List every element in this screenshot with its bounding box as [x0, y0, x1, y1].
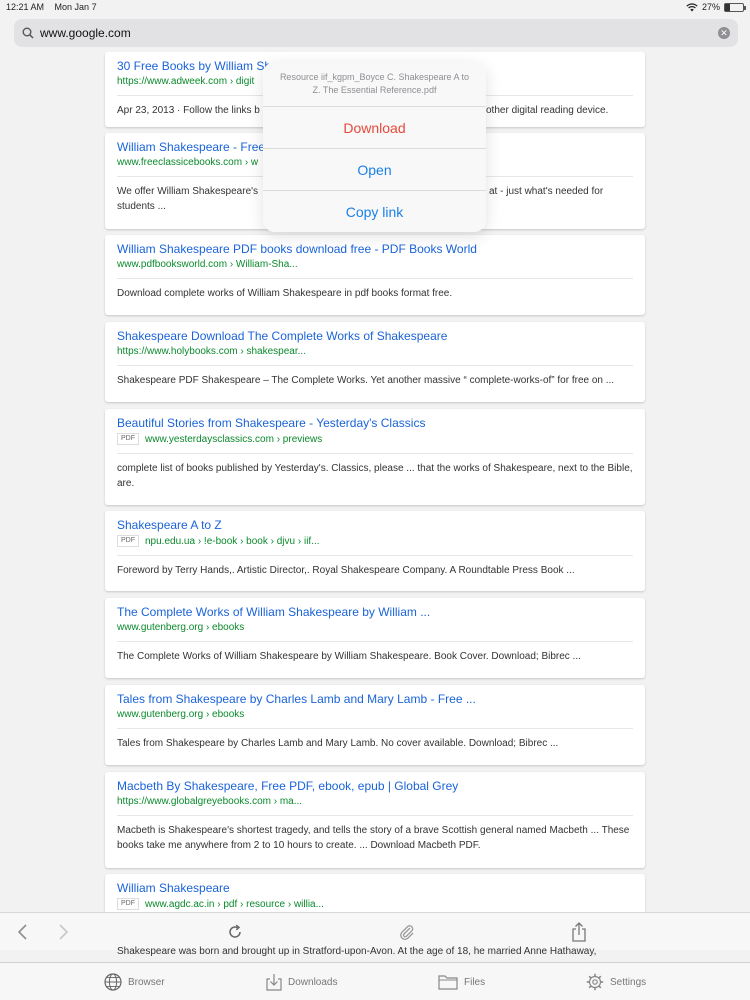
download-icon: [266, 974, 282, 991]
address-bar[interactable]: www.google.com ✕: [14, 19, 738, 47]
result-title[interactable]: The Complete Works of William Shakespear…: [117, 605, 633, 619]
result-title[interactable]: Tales from Shakespeare by Charles Lamb a…: [117, 692, 633, 706]
result-title[interactable]: Shakespeare A to Z: [117, 518, 633, 532]
browser-toolbar: [0, 912, 750, 950]
tab-label: Files: [464, 976, 486, 988]
divider: [117, 365, 633, 366]
result-url: PDF www.yesterdaysclassics.com › previews: [117, 433, 633, 445]
result-snippet: Tales from Shakespeare by Charles Lamb a…: [117, 738, 559, 749]
divider: [117, 453, 633, 454]
pdf-badge: PDF: [117, 535, 139, 547]
result-card[interactable]: The Complete Works of William Shakespear…: [105, 598, 645, 678]
open-button[interactable]: Open: [263, 149, 486, 191]
status-date: Mon Jan 7: [54, 2, 97, 12]
paperclip-icon: [400, 925, 414, 940]
result-url-text: www.pdfbooksworld.com › William-Sha...: [117, 259, 298, 270]
result-snippet: complete list of books published by Yest…: [117, 463, 633, 489]
url-input[interactable]: www.google.com: [40, 26, 718, 40]
clear-icon[interactable]: ✕: [718, 27, 730, 39]
result-url-text: https://www.adweek.com › digit: [117, 76, 255, 87]
result-url: https://www.holybooks.com › shakespear..…: [117, 346, 633, 357]
result-url: www.gutenberg.org › ebooks: [117, 709, 633, 720]
result-card[interactable]: Macbeth By Shakespeare, Free PDF, ebook,…: [105, 772, 645, 868]
result-snippet: Download complete works of William Shake…: [117, 288, 453, 299]
battery-fill: [725, 3, 730, 11]
divider: [117, 278, 633, 279]
result-url: PDF npu.edu.ua › !e-book › book › djvu › …: [117, 535, 633, 547]
result-card[interactable]: William Shakespeare PDF books download f…: [105, 235, 645, 315]
result-url-text: www.gutenberg.org › ebooks: [117, 709, 245, 720]
result-snippet: Shakespeare PDF Shakespeare – The Comple…: [117, 375, 615, 386]
result-url-text: https://www.globalgreyebooks.com › ma...: [117, 796, 303, 807]
pdf-badge: PDF: [117, 433, 139, 445]
result-url: www.pdfbooksworld.com › William-Sha...: [117, 259, 633, 270]
reload-icon: [229, 924, 241, 938]
result-card[interactable]: Beautiful Stories from Shakespeare - Yes…: [105, 409, 645, 505]
chevron-right-icon: [59, 924, 69, 940]
result-url-text: https://www.holybooks.com › shakespear..…: [117, 346, 306, 357]
share-icon: [572, 922, 586, 942]
result-snippet-text: We offer William Shakespeare's: [117, 186, 259, 197]
result-title[interactable]: Beautiful Stories from Shakespeare - Yes…: [117, 416, 633, 430]
result-title[interactable]: William Shakespeare PDF books download f…: [117, 242, 633, 256]
pdf-badge: PDF: [117, 898, 139, 910]
status-bar: 12:21 AM Mon Jan 7 27%: [0, 0, 750, 14]
result-url: PDF www.agdc.ac.in › pdf › resource › wil…: [117, 898, 633, 910]
download-button[interactable]: Download: [263, 107, 486, 149]
gear-icon: [586, 973, 604, 991]
result-snippet: Foreword by Terry Hands,. Artistic Direc…: [117, 565, 575, 576]
forward-button[interactable]: [48, 913, 78, 951]
result-card[interactable]: Tales from Shakespeare by Charles Lamb a…: [105, 685, 645, 765]
divider: [117, 641, 633, 642]
divider: [117, 728, 633, 729]
tab-label: Downloads: [288, 976, 338, 988]
result-url-text: www.gutenberg.org › ebooks: [117, 622, 245, 633]
popover-title: Resource iif_kgpm_Boyce C. Shakespeare A…: [263, 62, 486, 107]
result-url: www.gutenberg.org › ebooks: [117, 622, 633, 633]
result-card[interactable]: Shakespeare Download The Complete Works …: [105, 322, 645, 402]
result-url: https://www.globalgreyebooks.com › ma...: [117, 796, 633, 807]
result-snippet-tail: other digital reading device.: [486, 105, 609, 116]
result-snippet-tail: at - just what's needed for: [489, 186, 604, 197]
result-snippet: The Complete Works of William Shakespear…: [117, 651, 581, 662]
result-card[interactable]: Shakespeare A to Z PDF npu.edu.ua › !e-bo…: [105, 511, 645, 591]
search-icon: [22, 27, 34, 39]
battery-icon: [724, 2, 746, 12]
result-snippet: Macbeth is Shakespeare's shortest traged…: [117, 825, 630, 851]
result-title[interactable]: William Shakespeare: [117, 881, 633, 895]
back-button[interactable]: [8, 913, 38, 951]
status-left: 12:21 AM Mon Jan 7: [6, 2, 105, 12]
tab-bar: Browser Downloads Files Settings: [0, 962, 750, 1000]
result-snippet-text: Apr 23, 2013 · Follow the links b: [117, 105, 260, 116]
folder-icon: [438, 975, 458, 990]
result-card[interactable]: William Shakespeare PDF www.agdc.ac.in › …: [105, 874, 645, 912]
divider: [117, 555, 633, 556]
tab-label: Browser: [128, 976, 165, 988]
status-time: 12:21 AM: [6, 2, 45, 12]
result-url-text: www.freeclassicebooks.com › w: [117, 157, 259, 168]
link-action-popover: Resource iif_kgpm_Boyce C. Shakespeare A…: [263, 62, 486, 232]
result-url-text: www.agdc.ac.in › pdf › resource › willia…: [145, 898, 324, 910]
partial-result-snippet: Shakespeare was born and brought up in S…: [117, 946, 597, 957]
tab-label: Settings: [610, 976, 647, 988]
result-title[interactable]: Macbeth By Shakespeare, Free PDF, ebook,…: [117, 779, 633, 793]
result-url-text: www.yesterdaysclassics.com › previews: [145, 433, 323, 445]
battery-percent: 27%: [701, 2, 720, 12]
tab-settings[interactable]: Settings: [586, 963, 646, 1000]
result-url-text: npu.edu.ua › !e-book › book › djvu › iif…: [145, 535, 320, 547]
result-title[interactable]: Shakespeare Download The Complete Works …: [117, 329, 633, 343]
status-right: 27%: [686, 2, 746, 12]
tab-browser[interactable]: Browser: [104, 963, 165, 1000]
divider: [117, 815, 633, 816]
wifi-icon: [686, 2, 698, 11]
chevron-left-icon: [17, 924, 27, 940]
copy-link-button[interactable]: Copy link: [263, 191, 486, 232]
tab-files[interactable]: Files: [438, 963, 485, 1000]
tab-downloads[interactable]: Downloads: [266, 963, 337, 1000]
globe-icon: [104, 973, 122, 991]
